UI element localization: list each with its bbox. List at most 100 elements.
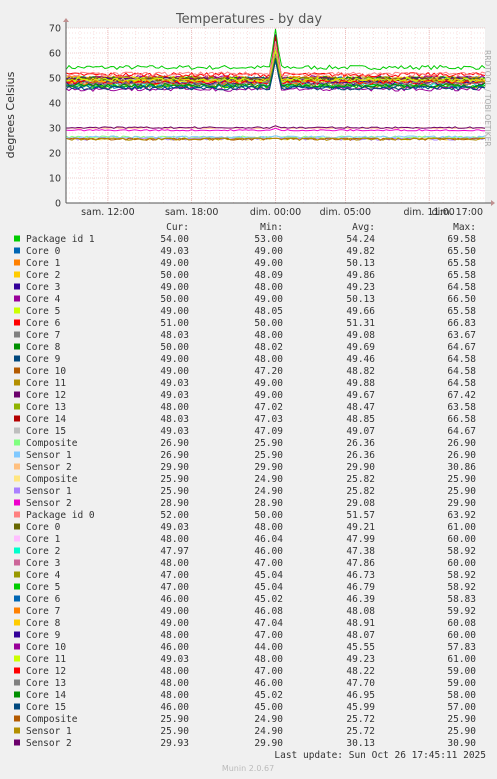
legend-series-name: Core 4 (26, 294, 61, 305)
legend-value-cur: 25.90 (160, 726, 189, 737)
legend-value-avg: 47.86 (346, 558, 375, 569)
legend-value-min: 48.00 (254, 282, 283, 293)
legend-value-avg: 49.82 (346, 246, 375, 257)
legend-value-cur: 49.00 (160, 606, 189, 617)
legend-value-avg: 26.36 (346, 450, 375, 461)
legend-value-avg: 45.99 (346, 702, 375, 713)
chart-title: Temperatures - by day (175, 12, 322, 27)
y-tick-label: 20 (49, 149, 61, 160)
legend-value-cur: 48.00 (160, 630, 189, 641)
legend-value-min: 47.00 (254, 558, 283, 569)
legend-value-cur: 54.00 (160, 234, 189, 245)
legend-value-min: 24.90 (254, 474, 283, 485)
legend-value-min: 25.90 (254, 438, 283, 449)
legend-value-cur: 49.00 (160, 306, 189, 317)
legend-value-avg: 25.82 (346, 474, 375, 485)
legend-value-avg: 46.95 (346, 690, 375, 701)
legend-value-max: 65.58 (447, 306, 476, 317)
legend-value-cur: 49.03 (160, 390, 189, 401)
legend-value-max: 58.83 (447, 594, 476, 605)
legend-value-avg: 48.07 (346, 630, 375, 641)
legend-series-name: Core 6 (26, 594, 61, 605)
legend-value-max: 25.90 (447, 486, 476, 497)
legend-value-cur: 46.00 (160, 642, 189, 653)
legend-value-avg: 25.82 (346, 486, 375, 497)
legend-value-min: 24.90 (254, 486, 283, 497)
legend-series-name: Core 11 (26, 378, 66, 389)
legend-value-avg: 50.13 (346, 258, 375, 269)
legend-swatch (14, 355, 20, 362)
legend-value-max: 63.58 (447, 402, 476, 413)
legend-swatch (14, 703, 20, 710)
legend-swatch (14, 331, 20, 338)
y-tick-label: 0 (55, 199, 61, 210)
legend-value-cur: 50.00 (160, 342, 189, 353)
legend-swatch (14, 715, 20, 722)
legend-value-cur: 48.03 (160, 414, 189, 425)
legend-value-min: 45.02 (254, 594, 283, 605)
legend-value-cur: 49.03 (160, 378, 189, 389)
legend-value-min: 48.02 (254, 342, 283, 353)
legend-value-avg: 49.21 (346, 522, 375, 533)
legend-series-name: Core 5 (26, 582, 60, 593)
legend-series-name: Composite (26, 474, 78, 485)
legend-swatch (14, 679, 20, 686)
legend-swatch (14, 367, 20, 374)
legend-swatch (14, 415, 20, 422)
legend-value-min: 44.00 (254, 642, 283, 653)
legend-value-avg: 29.08 (346, 498, 375, 509)
y-tick-label: 70 (49, 24, 61, 35)
legend-series-name: Core 11 (26, 654, 66, 665)
legend-value-avg: 29.90 (346, 462, 375, 473)
legend-value-min: 49.00 (254, 294, 283, 305)
legend-swatch (14, 607, 20, 614)
legend-series-name: Core 2 (26, 546, 60, 557)
legend-value-avg: 51.31 (346, 318, 375, 329)
legend-value-avg: 49.23 (346, 282, 375, 293)
last-update-text: Last update: Sun Oct 26 17:45:11 2025 (274, 750, 486, 761)
legend-value-max: 59.92 (447, 606, 476, 617)
legend-value-cur: 49.03 (160, 522, 189, 533)
legend-value-cur: 25.90 (160, 714, 189, 725)
legend-swatch (14, 451, 20, 458)
legend-swatch (14, 643, 20, 650)
legend-value-max: 66.83 (447, 318, 476, 329)
legend-series-name: Core 14 (26, 414, 66, 425)
legend-value-min: 48.00 (254, 522, 283, 533)
legend-series-name: Core 0 (26, 246, 61, 257)
legend-value-max: 57.83 (447, 642, 476, 653)
legend-series-name: Core 8 (26, 342, 61, 353)
legend-swatch (14, 655, 20, 662)
legend-swatch (14, 319, 20, 326)
legend-value-avg: 47.99 (346, 534, 375, 545)
legend-swatch (14, 535, 20, 542)
legend-value-avg: 49.66 (346, 306, 375, 317)
legend-value-avg: 48.08 (346, 606, 375, 617)
legend-swatch (14, 403, 20, 410)
legend-value-max: 64.58 (447, 378, 476, 389)
legend-series-name: Sensor 1 (26, 450, 72, 461)
legend-value-min: 28.90 (254, 498, 283, 509)
legend-value-min: 46.04 (254, 534, 283, 545)
y-tick-label: 60 (49, 49, 61, 60)
legend-value-avg: 50.13 (346, 294, 375, 305)
legend-value-cur: 49.00 (160, 366, 189, 377)
legend-swatch (14, 475, 20, 482)
legend-swatch (14, 547, 20, 554)
legend-value-min: 47.20 (254, 366, 283, 377)
legend-series-name: Core 15 (26, 702, 66, 713)
legend-value-cur: 25.90 (160, 474, 189, 485)
legend-value-cur: 25.90 (160, 486, 189, 497)
legend-value-min: 50.00 (254, 318, 283, 329)
legend-value-avg: 47.38 (346, 546, 375, 557)
legend-value-max: 65.50 (447, 246, 476, 257)
legend-value-avg: 48.22 (346, 666, 375, 677)
legend-series-name: Sensor 2 (26, 738, 72, 749)
legend-swatch (14, 523, 20, 530)
legend-swatch (14, 499, 20, 506)
legend-value-max: 59.00 (447, 678, 476, 689)
legend-value-max: 58.92 (447, 582, 476, 593)
legend-series-name: Sensor 1 (26, 726, 72, 737)
legend-swatch (14, 283, 20, 290)
legend-series-name: Composite (26, 438, 78, 449)
